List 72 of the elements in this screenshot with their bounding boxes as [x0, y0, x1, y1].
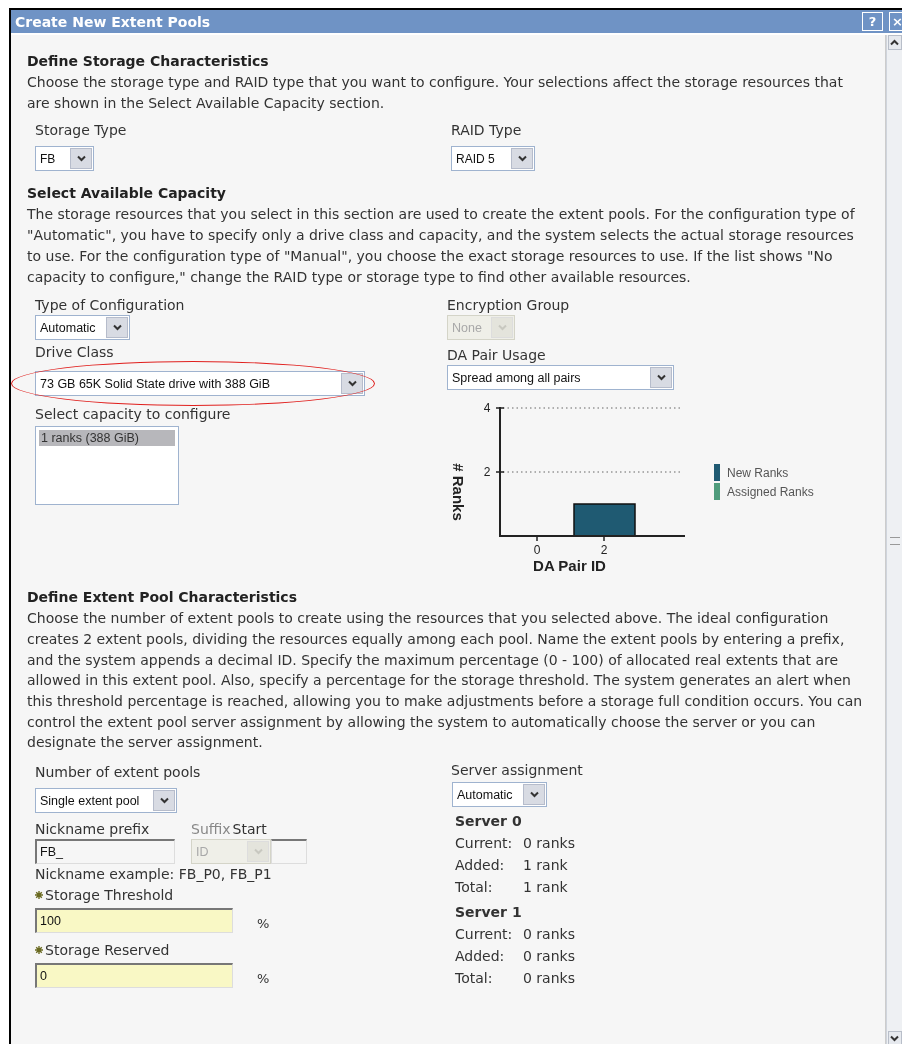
start-field[interactable]: [271, 839, 307, 865]
drive-class-dropdown[interactable]: 73 GB 65K Solid State drive with 388 GiB: [35, 371, 365, 397]
unit-label: %: [257, 971, 270, 987]
caret-icon: [511, 148, 533, 170]
stat-label: Total:: [455, 969, 494, 989]
storage-reserved-field[interactable]: 0: [35, 963, 233, 989]
section-heading: Select Available Capacity: [27, 185, 227, 202]
caret-icon: [106, 317, 128, 339]
field-label: Server assignment: [450, 761, 584, 781]
stat-label: Added:: [455, 856, 506, 876]
field-label: Storage Threshold: [45, 886, 174, 906]
da-pair-usage-dropdown[interactable]: Spread among all pairs: [447, 365, 674, 391]
scroll-down-icon[interactable]: [887, 1031, 902, 1044]
axis-title: DA Pair ID: [533, 557, 606, 575]
extent-pools-dropdown[interactable]: Single extent pool: [35, 788, 177, 814]
server-heading: Server 0: [455, 812, 523, 832]
caret-icon: [70, 148, 92, 170]
stat-value: 0 ranks: [523, 947, 575, 967]
field-label: Nickname prefix: [35, 820, 151, 840]
storage-type-dropdown[interactable]: FB: [35, 146, 94, 172]
tick-label: 4: [483, 401, 491, 416]
axis-title: # Ranks: [450, 463, 467, 521]
list-item[interactable]: 1 ranks (388 GiB): [39, 430, 175, 447]
field-label: Storage Reserved: [45, 941, 170, 961]
field-label: Storage Type: [35, 121, 128, 141]
stat-label: Total:: [455, 878, 494, 898]
section-heading: Define Extent Pool Characteristics: [27, 589, 298, 606]
legend-label: New Ranks: [727, 466, 789, 481]
stat-value: 0 ranks: [523, 969, 575, 989]
raid-type-dropdown[interactable]: RAID 5: [451, 146, 535, 172]
field-label: Encryption Group: [447, 296, 571, 316]
server-heading: Server 1: [455, 903, 523, 923]
stat-label: Current:: [455, 925, 514, 945]
caret-icon: [247, 841, 269, 863]
section-description: The storage resources that you select in this section are used to create the extent pools. For the configuration type of "Automatic", you have to specify only a drive class and capacity, and the system selects the actual storage resources to use. For the configuration type of "Manual", you choose the exact storage resources to use. If the list shows "No capacity to configure," change the RAID type or storage type to find other available resources.: [27, 205, 856, 287]
window-title: Create New Extent Pools: [15, 13, 211, 30]
caret-icon: [650, 367, 672, 389]
caret-icon: [341, 373, 363, 395]
nickname-prefix-field[interactable]: FB_: [35, 839, 175, 865]
field-label: RAID Type: [451, 121, 523, 141]
stat-label: Added:: [455, 947, 506, 967]
stat-value: 0 ranks: [523, 925, 575, 945]
scroll-up-icon[interactable]: [887, 35, 902, 50]
tick-label: 2: [600, 543, 608, 558]
unit-label: %: [257, 916, 270, 932]
section-description: Choose the number of extent pools to create using the resources that you selected above. The ideal configuration creates 2 extent pools, dividing the resources equally among each pool. Name the extent pools by entering a prefix, and the system appends a decimal ID. Specify the maximum percentage (0 - 100) of allocated real extents that are allowed in this extent pool. Also, specify a percentage for the storage threshold. The system generates an alert when this threshold percentage is reached, allowing you to make adjustments before a storage full condition occurs. You can control the extent pool server assignment by allowing the system to automatically choose the server or you can designate the server assignment.: [27, 609, 864, 753]
caret-icon: [523, 784, 545, 806]
server-assignment-dropdown[interactable]: Automatic: [452, 782, 547, 808]
capacity-list[interactable]: 1 ranks (388 GiB): [35, 426, 179, 506]
field-label: Suffix: [191, 820, 231, 840]
section-heading: Define Storage Characteristics: [27, 53, 270, 69]
caret-icon: [491, 317, 513, 339]
field-label: Number of extent pools: [35, 763, 202, 783]
nickname-example: Nickname example: FB_P0, FB_P1: [35, 865, 273, 885]
stat-label: Current:: [455, 834, 514, 854]
storage-threshold-field[interactable]: 100: [35, 908, 233, 934]
field-label: DA Pair Usage: [447, 346, 547, 366]
field-label: Select capacity to configure: [35, 405, 232, 425]
legend-label: Assigned Ranks: [727, 485, 814, 500]
caret-icon: [153, 790, 175, 812]
tick-label: 2: [483, 465, 491, 480]
scroll-grip-icon[interactable]: [889, 536, 900, 545]
stat-value: 0 ranks: [523, 834, 575, 854]
configuration-type-dropdown[interactable]: Automatic: [35, 315, 130, 341]
section-description: Choose the storage type and RAID type that you want to configure. Your selections affect the storage resources that are shown in the Select Available Capacity section.: [27, 73, 844, 113]
stat-value: 1 rank: [523, 878, 568, 898]
stat-value: 1 rank: [523, 856, 568, 876]
field-label: Type of Configuration: [35, 296, 186, 316]
field-label: Start: [232, 820, 267, 840]
tick-label: 0: [533, 543, 541, 558]
field-label: Drive Class: [35, 343, 115, 363]
scrollbar[interactable]: [886, 35, 902, 1044]
